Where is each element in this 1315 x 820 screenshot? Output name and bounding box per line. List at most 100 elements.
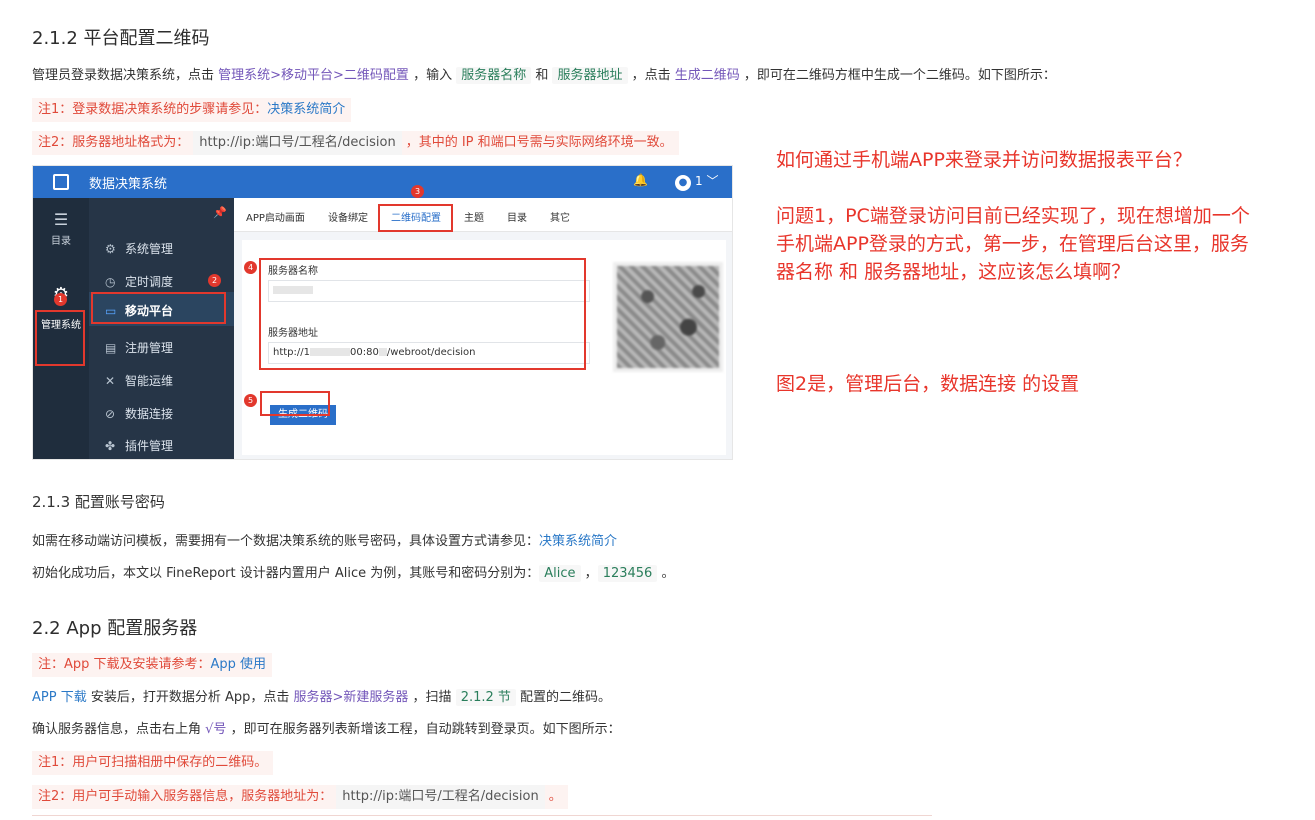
confirm-paragraph: 确认服务器信息，点击右上角 √号 ，即可在服务器列表新增该工程，自动跳转到登录页… (32, 720, 621, 740)
account-paragraph: 如需在移动端访问模板，需要拥有一个数据决策系统的账号密码，具体设置方式请参见：决… (32, 532, 617, 552)
note-text: 。 (548, 789, 562, 804)
text: ，即可在二维码方框中生成一个二维码。如下图所示： (739, 68, 1056, 83)
app-paragraph: APP 下载 安装后，打开数据分析 App，点击 服务器>新建服务器 ，扫描 2… (32, 688, 611, 708)
code-server-address: http://ip:端口号/工程名/decision (193, 131, 402, 155)
keyword-username: Alice (539, 565, 581, 582)
app-header: 数据决策系统 🔔 ● 1 ﹀ (33, 166, 732, 198)
highlight-box-1 (35, 310, 85, 366)
text: 确认服务器信息，点击右上角 (32, 722, 206, 737)
link-decision-intro[interactable]: 决策系统简介 (267, 102, 345, 117)
tab-device-binding[interactable]: 设备绑定 (328, 209, 368, 224)
keyword-password: 123456 (597, 565, 658, 582)
keyword-section-ref: 2.1.2 节 (455, 689, 516, 706)
tab-bar: APP启动画面 设备绑定 二维码配置 主题 目录 其它 (234, 198, 732, 232)
menu-label: 注册管理 (125, 341, 174, 355)
intro-paragraph: 管理员登录数据决策系统，点击 管理系统>移动平台>二维码配置 ，输入 服务器名称… (32, 66, 1056, 86)
tab-catalog[interactable]: 目录 (507, 209, 527, 224)
text: 初始化成功后，本文以 FineReport 设计器内置用户 Alice 为例，其… (32, 566, 540, 581)
menu-path: 管理系统>移动平台>二维码配置 (218, 68, 409, 83)
keyword-server-address: 服务器地址 (552, 67, 628, 84)
menu-label: 数据连接 (125, 407, 174, 421)
pin-icon[interactable]: 📌 (213, 206, 227, 219)
note-2: 注2：服务器地址格式为： http://ip:端口号/工程名/decision ，其… (32, 131, 679, 155)
gear-icon: ⚙ (105, 242, 116, 256)
app-title: 数据决策系统 (89, 177, 168, 192)
register-icon: ▤ (105, 341, 117, 355)
text: ，输入 (408, 68, 457, 83)
tab-app-splash[interactable]: APP启动画面 (246, 209, 305, 224)
text: 如需在移动端访问模板，需要拥有一个数据决策系统的账号密码，具体设置方式请参见： (32, 534, 540, 549)
avatar-icon: ● (675, 175, 691, 191)
puzzle-icon: ✤ (105, 439, 116, 453)
menu-item-system[interactable]: ⚙ 系统管理 (105, 240, 173, 257)
text: ，点击 (627, 68, 675, 83)
qr-code-image (613, 262, 723, 372)
text: 。 (657, 566, 675, 581)
section-heading-2-2: 2.2 App 配置服务器 (32, 618, 198, 639)
annotation-question-1-line-2: 手机端APP登录的方式，第一步，在管理后台这里，服务 (776, 233, 1249, 255)
text: ，扫描 (408, 690, 456, 705)
section-heading-2-1-2: 2.1.2 平台配置二维码 (32, 28, 210, 49)
highlight-box-5 (260, 391, 330, 416)
note-text: 注：App 下载及安装请参考： (38, 657, 211, 672)
text: ， (580, 566, 598, 581)
step-badge-2: 2 (208, 274, 221, 287)
clock-icon: ◷ (105, 275, 116, 289)
menu-label: 插件管理 (125, 439, 174, 453)
menu-item-ops[interactable]: ✕ 智能运维 (105, 372, 173, 389)
menu-path-new-server: 服务器>新建服务器 (293, 690, 409, 705)
user-label: 1 (695, 174, 703, 188)
highlight-box-3 (378, 204, 453, 232)
note-app-download: 注：App 下载及安装请参考：App 使用 (32, 653, 273, 677)
step-badge-5: 5 (244, 394, 257, 407)
keyword-check-mark: √号 (205, 722, 227, 737)
note-manual-input: 注2：用户可手动输入服务器信息，服务器地址为： http://ip:端口号/工程名… (32, 785, 568, 809)
link-decision-intro[interactable]: 决策系统简介 (539, 534, 617, 549)
side-menu: 📌 ⚙ 系统管理 ◷ 定时调度 ▭ 移动平台 ▤ 注册管理 ✕ 智能运维 ⊘ 数据连接 ✤ 插… (89, 198, 234, 459)
highlight-box-4 (259, 258, 586, 370)
menu-label: 系统管理 (125, 242, 174, 256)
divider (32, 815, 932, 816)
app-logo-icon (53, 174, 69, 190)
keyword-generate-qr: 生成二维码 (674, 68, 740, 83)
text: 和 (531, 68, 553, 83)
note-1: 注1：登录数据决策系统的步骤请参见：决策系统简介 (32, 98, 352, 122)
bell-icon[interactable]: 🔔 (633, 173, 648, 187)
tab-theme[interactable]: 主题 (464, 209, 484, 224)
link-app-usage[interactable]: App 使用 (211, 657, 267, 672)
code-server-address: http://ip:端口号/工程名/decision (336, 785, 545, 809)
menu-item-plugins[interactable]: ✤ 插件管理 (105, 437, 173, 454)
note-text: ，其中的 IP 和端口号需与实际网络环境一致。 (405, 135, 673, 150)
text: 配置的二维码。 (515, 690, 612, 705)
annotation-figure-2-note: 图2是，管理后台，数据连接 的设置 (776, 373, 1080, 395)
note-scan-album: 注1：用户可扫描相册中保存的二维码。 (32, 751, 274, 775)
section-heading-2-1-3: 2.1.3 配置账号密码 (32, 493, 165, 511)
menu-label: 智能运维 (125, 374, 174, 388)
tab-other[interactable]: 其它 (550, 209, 570, 224)
user-menu[interactable]: ● 1 ﹀ (675, 172, 718, 191)
text: ，即可在服务器列表新增该工程，自动跳转到登录页。如下图所示： (226, 722, 621, 737)
menu-item-data-connection[interactable]: ⊘ 数据连接 (105, 405, 173, 422)
tools-icon: ✕ (105, 374, 116, 388)
note-text: 注2：用户可手动输入服务器信息，服务器地址为： (38, 789, 333, 804)
link-app-download[interactable]: APP 下载 (32, 690, 87, 705)
text: 安装后，打开数据分析 App，点击 (86, 690, 294, 705)
rail-catalog[interactable]: 目录 (33, 232, 89, 247)
keyword-server-name: 服务器名称 (456, 67, 532, 84)
menu-item-register[interactable]: ▤ 注册管理 (105, 339, 173, 356)
chevron-down-icon: ﹀ (706, 174, 719, 188)
list-icon[interactable]: ☰ (33, 210, 89, 229)
step-badge-4: 4 (244, 261, 257, 274)
step-badge-1: 1 (54, 293, 67, 306)
highlight-box-2 (91, 292, 226, 324)
link-icon: ⊘ (105, 407, 116, 421)
text: 管理员登录数据决策系统，点击 (32, 68, 219, 83)
account-example-paragraph: 初始化成功后，本文以 FineReport 设计器内置用户 Alice 为例，其… (32, 564, 674, 584)
note-text: 注1：登录数据决策系统的步骤请参见： (38, 102, 268, 117)
note-text: 注2：服务器地址格式为： (38, 135, 190, 150)
annotation-question-1-line-1: 问题1，PC端登录访问目前已经实现了，现在想增加一个 (776, 205, 1250, 227)
menu-item-schedule[interactable]: ◷ 定时调度 (105, 273, 173, 290)
annotation-question-1-line-3: 器名称 和 服务器地址，这应该怎么填啊？ (776, 261, 1131, 283)
menu-label: 定时调度 (125, 275, 174, 289)
annotation-question-title: 如何通过手机端APP来登录并访问数据报表平台？ (776, 149, 1192, 171)
